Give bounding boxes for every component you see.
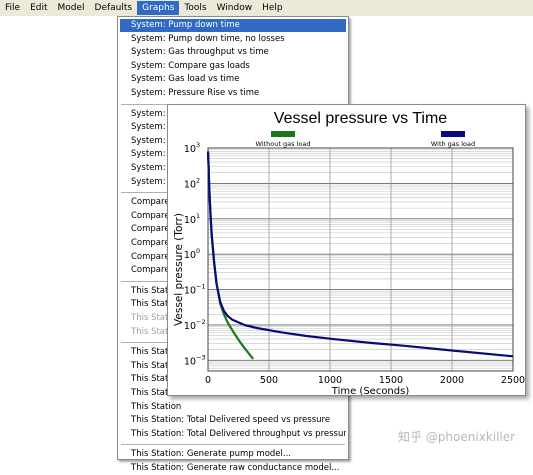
graphs-menu-item[interactable]: System: Pump down time (120, 19, 346, 32)
graphs-menu-item[interactable]: System: Pump down time, no losses (120, 33, 346, 46)
menu-bar: File Edit Model Defaults Graphs Tools Window He… (0, 0, 533, 16)
legend-label: With gas load (431, 140, 475, 148)
menu-edit[interactable]: Edit (25, 1, 52, 15)
graphs-menu-item[interactable]: This Station: Generate pump model... (120, 448, 346, 461)
y-tick-exponent: 1 (196, 212, 200, 220)
y-tick-exponent: 3 (196, 141, 200, 149)
y-tick-label: 10 (184, 356, 196, 367)
x-tick-label: 500 (260, 375, 278, 386)
graphs-menu-item[interactable]: This Station: Total Delivered throughput… (120, 428, 346, 441)
x-tick-label: 2000 (440, 375, 464, 386)
y-tick-label: 10 (184, 321, 196, 332)
y-tick-label: 10 (184, 215, 196, 226)
menu-window[interactable]: Window (212, 1, 258, 15)
vessel-pressure-chart: Vessel pressure vs Time 0 500 1000 1500 2000 2… (173, 110, 525, 395)
x-tick-label: 1500 (379, 375, 403, 386)
x-tick-label: 2500 (501, 375, 525, 386)
menu-model[interactable]: Model (53, 1, 90, 15)
legend-swatch (441, 131, 465, 137)
y-tick-exponent: 0 (196, 247, 200, 255)
x-axis-label: Time (Seconds) (331, 386, 410, 395)
y-tick-label: 10 (184, 144, 196, 155)
y-tick-exponent: −3 (196, 353, 206, 361)
x-tick-label: 1000 (318, 375, 342, 386)
graphs-menu-item[interactable]: This Station: Generate raw conductance m… (120, 462, 346, 475)
legend-swatch (271, 131, 295, 137)
chart-title: Vessel pressure vs Time (274, 110, 448, 127)
graphs-menu-item[interactable]: System: Pressure Rise vs time (120, 87, 346, 100)
legend-label: Without gas load (256, 140, 311, 148)
x-tick-label: 0 (205, 375, 211, 386)
menu-file[interactable]: File (0, 1, 25, 15)
y-tick-label: 10 (184, 179, 196, 190)
y-axis-label: Vessel pressure (Torr) (173, 213, 185, 326)
menu-tools[interactable]: Tools (179, 1, 211, 15)
series-line (206, 151, 254, 360)
graphs-menu-item[interactable]: This Station: Total Delivered speed vs p… (120, 414, 346, 427)
graphs-menu-item[interactable]: This Station (120, 401, 346, 414)
watermark: 知乎 @phoenixkiller (398, 430, 516, 444)
menu-help[interactable]: Help (257, 1, 288, 15)
graphs-menu-item[interactable]: System: Gas load vs time (120, 73, 346, 86)
y-tick-label: 10 (184, 286, 196, 297)
graphs-menu-item[interactable]: System: Gas throughput vs time (120, 46, 346, 59)
y-tick-exponent: −2 (196, 318, 206, 326)
menu-graphs[interactable]: Graphs (137, 1, 180, 15)
y-tick-exponent: −1 (196, 283, 206, 291)
graphs-menu-item[interactable]: System: Compare gas loads (120, 60, 346, 73)
menu-separator (121, 444, 345, 446)
y-tick-label: 10 (184, 250, 196, 261)
menu-defaults[interactable]: Defaults (90, 1, 138, 15)
chart-window: Vessel pressure vs Time 0 500 1000 1500 2000 2… (167, 104, 526, 396)
y-tick-exponent: 2 (196, 176, 200, 184)
